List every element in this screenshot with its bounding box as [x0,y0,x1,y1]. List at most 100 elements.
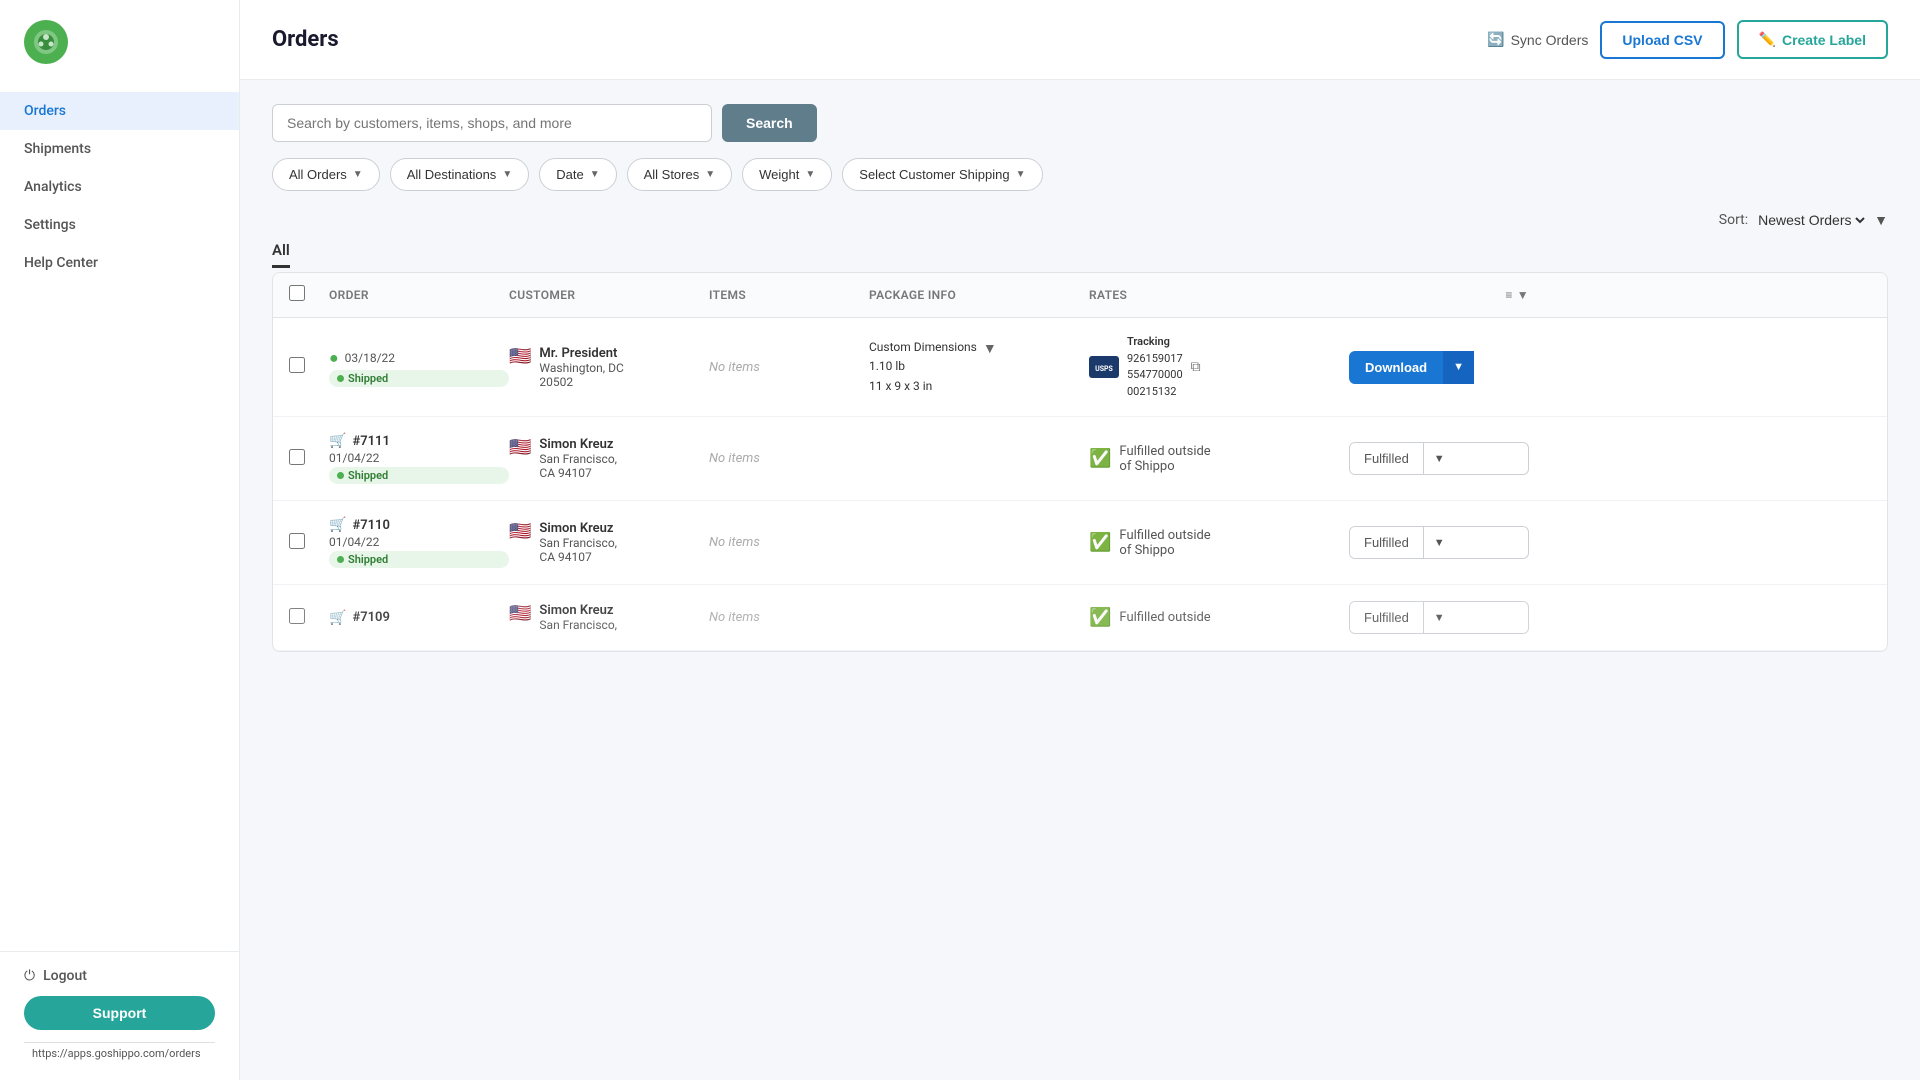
search-input[interactable] [272,104,712,142]
all-stores-filter[interactable]: All Stores ▼ [627,158,733,191]
store-icon: 🛒 [329,433,346,449]
row-checkbox[interactable] [289,608,305,624]
fulfilled-dropdown-button[interactable]: ▼ [1423,443,1455,474]
row-checkbox[interactable] [289,533,305,549]
row-checkbox[interactable] [289,449,305,465]
logo-area [0,0,239,84]
customer-address: San Francisco,CA 94107 [539,452,617,480]
action-cell: Download ▼ [1349,351,1529,384]
main-content: Orders 🔄 Sync Orders Upload CSV ✏️ Creat… [240,0,1920,1080]
fulfilled-button[interactable]: Fulfilled [1350,602,1423,633]
order-cell: ● 03/18/22 Shipped [329,348,509,387]
chevron-down-icon: ▼ [353,169,363,180]
table-header: Order Customer Items Package Info Rates … [273,273,1887,318]
filters-row: All Orders ▼ All Destinations ▼ Date ▼ A… [272,158,1888,191]
copy-icon[interactable]: ⧉ [1191,359,1201,375]
download-dropdown-button[interactable]: ▼ [1443,351,1474,384]
sidebar-item-analytics[interactable]: Analytics [0,168,239,206]
support-button[interactable]: Support [24,996,215,1030]
sync-orders-button[interactable]: 🔄 Sync Orders [1487,31,1588,48]
search-row: Search [272,104,1888,142]
nav-menu: Orders Shipments Analytics Settings Help… [0,84,239,951]
col-items: Items [709,288,869,302]
fulfilled-dropdown-button[interactable]: ▼ [1423,527,1455,558]
chevron-down-icon: ▼ [590,169,600,180]
download-button-group: Download ▼ [1349,351,1529,384]
download-button[interactable]: Download [1349,351,1443,384]
tab-all[interactable]: All [272,241,290,268]
table-row: 🛒 #7110 01/04/22 Shipped 🇺🇸 Simon Kreuz … [273,501,1887,585]
menu-icon[interactable]: ≡ [1505,288,1512,302]
fulfilled-button[interactable]: Fulfilled [1350,527,1423,558]
search-button[interactable]: Search [722,104,817,142]
sidebar-item-help[interactable]: Help Center [0,244,239,282]
check-circle-icon: ✅ [1089,607,1111,628]
flag-icon: 🇺🇸 [509,603,531,624]
row-checkbox[interactable] [289,357,305,373]
fulfilled-dropdown-button[interactable]: ▼ [1423,602,1455,633]
fulfilled-text: Fulfilled outsideof Shippo [1119,444,1210,474]
orders-table: Order Customer Items Package Info Rates … [272,272,1888,652]
order-number: #7110 [352,518,389,533]
chevron-down-icon: ▼ [1517,288,1529,302]
page-content: Search All Orders ▼ All Destinations ▼ D… [240,80,1920,1080]
fulfilled-button[interactable]: Fulfilled [1350,443,1423,474]
svg-text:USPS: USPS [1095,365,1113,373]
fulfilled-text: Fulfilled outsideof Shippo [1119,528,1210,558]
edit-icon: ✏️ [1759,31,1776,48]
chevron-down-icon: ▼ [1016,169,1026,180]
flag-icon: 🇺🇸 [509,521,531,542]
power-icon: ⏻ [24,968,35,984]
shipped-status-icon: ● [329,348,339,368]
order-date: 03/18/22 [345,351,395,365]
col-rates: Rates [1089,288,1349,302]
upload-csv-button[interactable]: Upload CSV [1600,21,1724,59]
order-date: 01/04/22 [329,451,509,465]
customer-cell: 🇺🇸 Simon Kreuz San Francisco,CA 94107 [509,437,709,480]
fulfilled-text: Fulfilled outside [1119,610,1210,625]
items-cell: No items [709,535,869,550]
sidebar-item-settings[interactable]: Settings [0,206,239,244]
sort-row: Sort: Newest Orders ▼ [272,211,1888,229]
weight-filter[interactable]: Weight ▼ [742,158,832,191]
customer-name: Simon Kreuz [539,437,617,452]
tab-row: All [272,241,1888,268]
sidebar-item-shipments[interactable]: Shipments [0,130,239,168]
col-customer: Customer [509,288,709,302]
select-all-checkbox[interactable] [289,285,305,301]
tracking-info: Tracking 92615901755477000000215132 [1127,334,1183,400]
customer-cell: 🇺🇸 Simon Kreuz San Francisco, [509,603,709,632]
shipped-badge: Shipped [329,467,509,484]
package-info-cell: Custom Dimensions1.10 lb11 x 9 x 3 in ▼ [869,338,1089,396]
col-actions: ≡ ▼ [1349,288,1529,302]
status-dot [337,556,344,563]
fulfilled-button-group: Fulfilled ▼ [1349,526,1529,559]
status-dot [337,472,344,479]
status-dot [337,375,344,382]
sort-select[interactable]: Newest Orders [1754,211,1868,229]
customer-shipping-filter[interactable]: Select Customer Shipping ▼ [842,158,1042,191]
app-logo [24,20,68,64]
sidebar-item-orders[interactable]: Orders [0,92,239,130]
check-circle-icon: ✅ [1089,532,1111,553]
rates-cell: ✅ Fulfilled outsideof Shippo [1089,444,1349,474]
order-number: #7111 [352,434,389,449]
order-number: #7109 [352,610,389,625]
order-cell: 🛒 #7109 [329,610,509,626]
all-orders-filter[interactable]: All Orders ▼ [272,158,380,191]
create-label-button[interactable]: ✏️ Create Label [1737,20,1888,59]
fulfilled-button-group: Fulfilled ▼ [1349,442,1529,475]
customer-cell: 🇺🇸 Simon Kreuz San Francisco,CA 94107 [509,521,709,564]
order-date: 01/04/22 [329,535,509,549]
page-header: Orders 🔄 Sync Orders Upload CSV ✏️ Creat… [240,0,1920,80]
logout-button[interactable]: ⏻ Logout [24,968,215,984]
action-cell: Fulfilled ▼ [1349,526,1529,559]
package-dropdown-icon[interactable]: ▼ [983,340,997,357]
customer-name: Simon Kreuz [539,521,617,536]
flag-icon: 🇺🇸 [509,437,531,458]
table-row: 🛒 #7111 01/04/22 Shipped 🇺🇸 Simon Kreuz … [273,417,1887,501]
date-filter[interactable]: Date ▼ [539,158,616,191]
col-package-info: Package Info [869,288,1089,302]
all-destinations-filter[interactable]: All Destinations ▼ [390,158,530,191]
customer-name: Simon Kreuz [539,603,617,618]
